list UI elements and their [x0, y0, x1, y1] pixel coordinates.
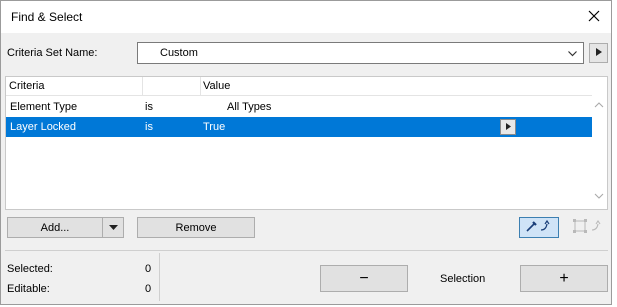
row-value: All Types: [227, 101, 272, 113]
row-value: True: [203, 121, 226, 133]
marquee-icon: [571, 218, 605, 237]
find-select-window: Find & Select Criteria Set Name: Custom …: [0, 0, 612, 305]
row-operator: is: [145, 121, 153, 133]
arrow-right-icon: [595, 47, 602, 59]
deselect-button[interactable]: −: [320, 265, 408, 292]
selection-label: Selection: [440, 273, 486, 285]
close-icon[interactable]: [585, 7, 603, 25]
column-header-value[interactable]: Value: [203, 80, 230, 92]
selected-count-label: Selected:: [7, 263, 53, 275]
window-title: Find & Select: [11, 10, 83, 24]
chevron-down-icon: [108, 222, 118, 234]
add-button-label[interactable]: Add...: [8, 218, 103, 237]
vertical-scrollbar[interactable]: [592, 77, 607, 209]
title-bar: Find & Select: [1, 1, 611, 33]
add-to-selection-button[interactable]: +: [520, 265, 608, 292]
column-divider[interactable]: [200, 77, 201, 95]
remove-button-label: Remove: [175, 221, 217, 234]
criteria-set-menu-button[interactable]: [589, 43, 608, 63]
row-criteria: Element Type: [10, 101, 78, 113]
selected-count-value: 0: [145, 263, 152, 275]
table-row-selected[interactable]: Layer Locked is True: [6, 117, 593, 137]
table-header: Criteria Value: [6, 77, 593, 96]
divider: [5, 250, 608, 251]
chevron-down-icon: [567, 48, 578, 59]
table-row[interactable]: Element Type is All Types: [6, 97, 593, 117]
criteria-set-value: Custom: [160, 47, 198, 59]
criteria-set-label: Criteria Set Name:: [7, 47, 98, 59]
remove-criteria-button[interactable]: Remove: [137, 217, 255, 238]
minus-icon: −: [359, 269, 369, 287]
scroll-down-icon[interactable]: [594, 191, 604, 203]
divider: [159, 253, 160, 301]
column-divider[interactable]: [142, 77, 143, 95]
add-dropdown-toggle[interactable]: [103, 218, 123, 237]
criteria-table: Criteria Value Element Type is All Types…: [5, 76, 608, 210]
add-criteria-button[interactable]: Add...: [7, 217, 124, 238]
row-criteria: Layer Locked: [10, 121, 77, 133]
eyedropper-icon: [524, 218, 554, 237]
criteria-set-dropdown[interactable]: Custom: [137, 42, 584, 64]
editable-count-value: 0: [145, 283, 152, 295]
column-header-criteria[interactable]: Criteria: [9, 80, 44, 92]
plus-icon: +: [559, 269, 569, 287]
editable-count-label: Editable:: [7, 283, 50, 295]
arrow-right-icon: [505, 121, 511, 133]
value-options-button[interactable]: [500, 119, 516, 135]
row-operator: is: [145, 101, 153, 113]
pick-parameters-tool[interactable]: [519, 217, 559, 238]
scroll-up-icon[interactable]: [594, 99, 604, 111]
marquee-tool[interactable]: [569, 217, 607, 238]
